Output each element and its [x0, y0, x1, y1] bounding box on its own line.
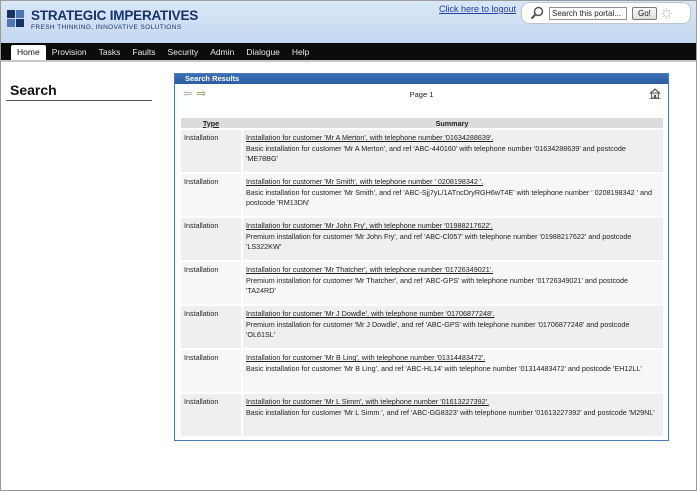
magnifier-icon: [530, 6, 544, 20]
table-row: Installation Installation for customer '…: [181, 218, 663, 260]
pager: ⇦ ⇨ Page 1: [175, 84, 668, 104]
page-label: Page 1: [409, 90, 434, 99]
logout-link[interactable]: Click here to logout: [439, 4, 516, 14]
table-row: Installation Installation for customer '…: [181, 130, 663, 172]
result-link[interactable]: Installation for customer 'Mr J Dowdle',…: [246, 309, 659, 320]
type-cell: Installation: [181, 306, 241, 348]
type-cell: Installation: [181, 218, 241, 260]
home-icon[interactable]: [649, 88, 661, 99]
result-detail: Premium installation for customer 'Mr Jo…: [246, 231, 632, 252]
result-detail: Basic installation for customer 'Mr Smit…: [246, 187, 652, 208]
nav-admin[interactable]: Admin: [204, 45, 240, 60]
result-link[interactable]: Installation for customer 'Mr A Merton',…: [246, 133, 659, 144]
type-cell: Installation: [181, 262, 241, 304]
result-detail: Basic installation for customer 'Mr A Me…: [246, 143, 626, 164]
result-detail: Premium installation for customer 'Mr Th…: [246, 275, 629, 296]
nav-dialogue[interactable]: Dialogue: [240, 45, 286, 60]
result-link[interactable]: Installation for customer 'Mr L Simm', w…: [246, 397, 659, 408]
nav-help[interactable]: Help: [286, 45, 315, 60]
column-header-summary: Summary: [241, 118, 663, 128]
result-link[interactable]: Installation for customer 'Mr Smith', wi…: [246, 177, 659, 188]
type-cell: Installation: [181, 350, 241, 392]
results-table: Type Summary Installation Installation f…: [181, 116, 663, 438]
nav-tasks[interactable]: Tasks: [93, 45, 127, 60]
result-detail: Premium installation for customer 'Mr J …: [246, 319, 630, 340]
nav-security[interactable]: Security: [162, 45, 205, 60]
nav-divider: [1, 60, 696, 62]
result-link[interactable]: Installation for customer 'Mr B Ling', w…: [246, 353, 659, 364]
logo-title: STRATEGIC IMPERATIVES: [31, 8, 199, 23]
go-button[interactable]: Go!: [632, 6, 657, 20]
result-link[interactable]: Installation for customer 'Mr Thatcher',…: [246, 265, 659, 276]
page-title: Search: [10, 82, 57, 98]
panel-title: Search Results: [175, 74, 668, 84]
header: STRATEGIC IMPERATIVES FRESH THINKING, IN…: [1, 1, 696, 43]
loading-spinner-icon: [661, 7, 672, 19]
table-row: Installation Installation for customer '…: [181, 262, 663, 304]
search-input[interactable]: [549, 6, 627, 20]
column-header-type[interactable]: Type: [181, 118, 241, 128]
result-detail: Basic installation for customer 'Mr B Li…: [246, 363, 642, 373]
table-row: Installation Installation for customer '…: [181, 306, 663, 348]
logo: STRATEGIC IMPERATIVES FRESH THINKING, IN…: [7, 9, 198, 31]
table-row: Installation Installation for customer '…: [181, 350, 663, 392]
logo-tagline: FRESH THINKING, INNOVATIVE SOLUTIONS: [31, 24, 182, 31]
type-cell: Installation: [181, 130, 241, 172]
nav-provision[interactable]: Provision: [46, 45, 93, 60]
nav-faults[interactable]: Faults: [126, 45, 161, 60]
portal-search: Go!: [521, 2, 691, 24]
title-divider: [6, 100, 152, 101]
type-cell: Installation: [181, 394, 241, 436]
type-cell: Installation: [181, 174, 241, 216]
result-detail: Basic installation for customer 'Mr L Si…: [246, 407, 655, 417]
result-link[interactable]: Installation for customer 'Mr John Fry',…: [246, 221, 659, 232]
logo-mark-icon: [7, 10, 27, 30]
table-row: Installation Installation for customer '…: [181, 394, 663, 436]
nav-home[interactable]: Home: [11, 45, 46, 60]
table-row: Installation Installation for customer '…: [181, 174, 663, 216]
main-nav: Home Provision Tasks Faults Security Adm…: [1, 43, 696, 60]
